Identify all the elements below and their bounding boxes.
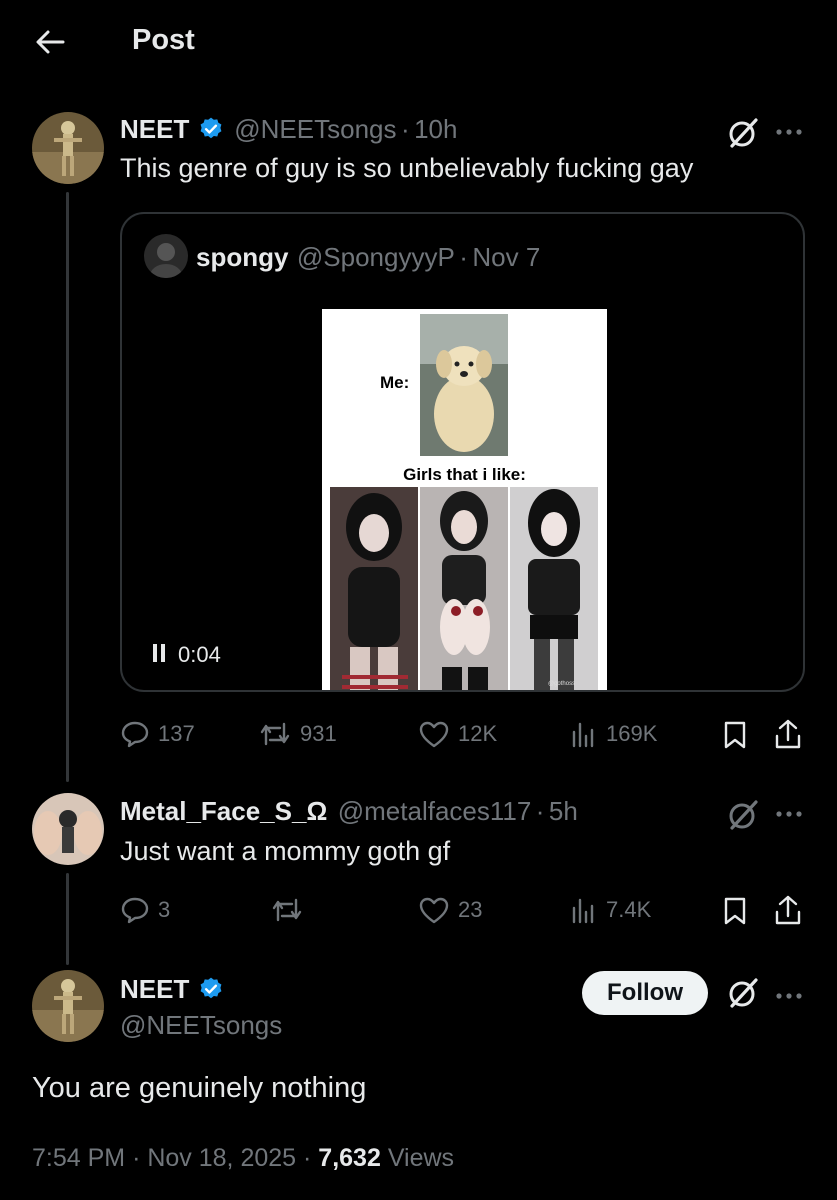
repost-button[interactable]: 931 — [258, 720, 337, 748]
more-icon — [776, 993, 802, 999]
bookmark-button[interactable] — [722, 896, 748, 931]
repost-icon — [260, 722, 290, 746]
avatar-neet[interactable] — [32, 970, 104, 1042]
separator-dot: · — [132, 1144, 141, 1172]
tweet1-header: NEET @NEETsongs · 10h — [120, 114, 457, 145]
bookmark-button[interactable] — [722, 720, 748, 755]
grok-button[interactable] — [726, 798, 760, 837]
back-button[interactable] — [30, 22, 70, 62]
photo-1 — [330, 487, 418, 690]
tweet-text: Just want a mommy goth gf — [120, 836, 451, 866]
photo-2 — [420, 487, 508, 690]
like-button[interactable]: 12K — [418, 720, 497, 748]
separator-dot: · — [459, 242, 468, 272]
reply-button[interactable]: 3 — [120, 896, 170, 924]
tweet2-header: Metal_Face_S_Ω @metalfaces117 · 5h — [120, 796, 578, 827]
separator-dot: · — [400, 114, 410, 144]
main-author-row: NEET — [120, 974, 224, 1005]
analytics-icon — [572, 898, 594, 924]
photo-3 — [510, 487, 598, 690]
share-icon — [775, 719, 801, 749]
meme-label-me: Me: — [380, 373, 410, 392]
thread-line — [66, 192, 69, 782]
author-handle[interactable]: @metalfaces117 — [338, 796, 532, 826]
post-time[interactable]: 7:54 PM — [32, 1144, 125, 1172]
share-button[interactable] — [774, 718, 802, 755]
grok-icon — [729, 978, 758, 1008]
author-handle[interactable]: @NEETsongs — [120, 1010, 282, 1041]
views-count: 169K — [606, 721, 658, 746]
author-name[interactable]: Metal_Face_S_Ω — [120, 796, 327, 826]
separator-dot: · — [535, 796, 545, 826]
heart-icon — [419, 897, 449, 924]
views-button[interactable]: 169K — [570, 720, 657, 748]
more-icon — [776, 811, 802, 817]
grok-icon — [729, 800, 758, 830]
avatar-metalface[interactable] — [32, 793, 104, 865]
repost-count: 931 — [300, 721, 337, 746]
pause-icon — [153, 643, 165, 662]
like-button[interactable]: 23 — [418, 896, 482, 924]
back-arrow-icon — [36, 30, 65, 54]
views-count: 7.4K — [606, 897, 652, 922]
follow-button[interactable]: Follow — [582, 971, 708, 1015]
like-count: 12K — [458, 721, 498, 746]
view-count: 7,632 — [318, 1144, 381, 1172]
author-handle[interactable]: @NEETsongs — [234, 114, 396, 144]
quote-author-handle: @SpongyyyP — [296, 242, 455, 272]
grok-icon — [729, 118, 758, 148]
post-metadata: 7:54 PM · Nov 18, 2025 · 7,632 Views — [32, 1144, 454, 1173]
grok-button[interactable] — [726, 976, 760, 1015]
author-name[interactable]: NEET — [120, 974, 189, 1004]
more-options-button[interactable] — [776, 806, 802, 824]
reply-button[interactable]: 137 — [120, 720, 195, 748]
top-bar: Post — [0, 0, 837, 84]
media-watermark: @gothoss — [548, 681, 576, 687]
tweet-text: This genre of guy is so unbelievably fuc… — [120, 153, 694, 183]
post-date[interactable]: Nov 18, 2025 — [147, 1144, 296, 1172]
dog-image — [420, 314, 508, 456]
reply-icon — [121, 721, 149, 748]
reply-count: 3 — [158, 897, 171, 922]
separator-dot: · — [303, 1144, 312, 1172]
quoted-post[interactable]: spongy @SpongyyyP · Nov 7 Me: Girls that… — [120, 212, 805, 692]
avatar-neet[interactable] — [32, 112, 104, 184]
main-post-text: You are genuinely nothing — [32, 1072, 367, 1104]
views-label: Views — [387, 1144, 455, 1172]
reply-count: 137 — [158, 721, 195, 746]
author-name[interactable]: NEET — [120, 114, 189, 144]
thread-line — [66, 873, 69, 965]
bookmark-icon — [724, 897, 746, 925]
more-options-button[interactable] — [776, 988, 802, 1006]
video-controls: 0:04 — [152, 642, 221, 668]
like-count: 23 — [458, 897, 483, 922]
more-options-button[interactable] — [776, 124, 802, 142]
meme-label-girls: Girls that i like: — [403, 465, 526, 484]
post-time[interactable]: 5h — [549, 796, 578, 826]
analytics-icon — [572, 722, 594, 748]
video-player[interactable]: Me: Girls that i like: @gothoss — [322, 309, 607, 690]
share-icon — [775, 895, 801, 925]
verified-badge-icon — [200, 977, 222, 999]
post-time[interactable]: 10h — [414, 114, 457, 144]
bookmark-icon — [724, 721, 746, 749]
heart-icon — [419, 721, 449, 748]
pause-button[interactable] — [152, 643, 166, 668]
share-button[interactable] — [774, 894, 802, 931]
quote-time: Nov 7 — [472, 242, 541, 272]
quote-author-name: spongy — [196, 242, 289, 272]
quote-header: spongy @SpongyyyP · Nov 7 — [196, 242, 540, 273]
page-title: Post — [132, 24, 195, 56]
avatar-spongy — [144, 234, 188, 278]
repost-icon — [272, 898, 302, 922]
video-timer: 0:04 — [178, 642, 221, 667]
verified-badge-icon — [200, 117, 222, 139]
reply-icon — [121, 897, 149, 924]
more-icon — [776, 129, 802, 135]
repost-button[interactable] — [270, 896, 312, 924]
grok-button[interactable] — [726, 116, 760, 155]
views-button[interactable]: 7.4K — [570, 896, 651, 924]
